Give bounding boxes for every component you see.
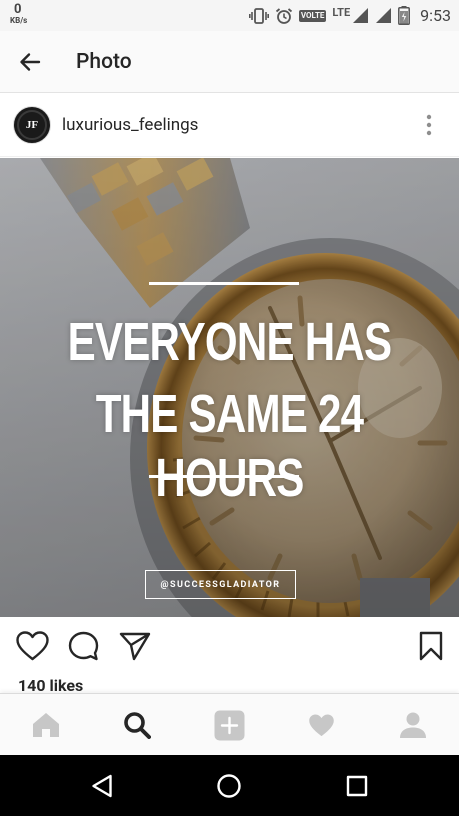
signal-icon-1 xyxy=(352,7,369,24)
back-button[interactable] xyxy=(0,31,60,93)
nav-back-button[interactable] xyxy=(72,755,132,816)
bottom-tab-bar xyxy=(0,693,459,755)
tab-home[interactable] xyxy=(16,694,76,756)
triangle-back-icon xyxy=(92,774,112,797)
heart-icon xyxy=(16,631,49,661)
bookmark-icon xyxy=(419,631,443,661)
post-image[interactable]: EVERYONE HAS THE SAME 24 HOURS @SUCCESSG… xyxy=(0,158,459,617)
system-nav-bar xyxy=(0,755,459,816)
tab-search[interactable] xyxy=(107,694,167,756)
save-button[interactable] xyxy=(419,631,443,665)
tab-activity[interactable] xyxy=(291,694,351,756)
vibrate-icon xyxy=(248,7,269,24)
app-bar: Photo xyxy=(0,31,459,93)
lte-label: LTE xyxy=(332,6,351,19)
comment-icon xyxy=(68,631,99,661)
signal-icon-2 xyxy=(375,7,392,24)
quote-line-1: EVERYONE HAS xyxy=(67,312,393,372)
avatar-monogram: JF xyxy=(25,118,39,131)
status-icons: VOLTE LTE 9:53 xyxy=(248,0,451,31)
quote-line-2: THE SAME 24 HOURS xyxy=(95,384,364,508)
top-divider xyxy=(149,282,299,285)
watermark-tag: @SUCCESSGLADIATOR xyxy=(145,570,296,599)
search-icon xyxy=(124,712,151,739)
circle-home-icon xyxy=(217,773,241,798)
profile-icon xyxy=(400,712,426,738)
send-icon xyxy=(119,632,151,661)
nav-home-button[interactable] xyxy=(199,755,259,816)
back-arrow-icon xyxy=(20,52,41,71)
volte-badge: VOLTE xyxy=(298,9,327,22)
bottom-divider xyxy=(149,475,299,478)
post-actions xyxy=(0,617,459,677)
quote-overlay: EVERYONE HAS THE SAME 24 HOURS @SUCCESSG… xyxy=(0,158,459,617)
avatar[interactable]: JF xyxy=(13,105,51,144)
tab-new-post[interactable] xyxy=(199,694,259,756)
like-button[interactable] xyxy=(16,631,49,665)
page-title: Photo xyxy=(76,49,132,74)
more-options-button[interactable] xyxy=(409,93,449,157)
alarm-icon xyxy=(275,7,293,25)
more-vertical-icon xyxy=(426,114,432,135)
speed-value: 0 xyxy=(14,2,22,17)
speed-unit: KB/s xyxy=(10,16,28,25)
status-bar: 0 KB/s VOLTE LTE 9:53 xyxy=(0,0,459,31)
post-header: JF luxurious_feelings xyxy=(0,93,459,157)
add-icon xyxy=(214,710,244,740)
comment-button[interactable] xyxy=(68,631,99,666)
square-recents-icon xyxy=(346,775,368,796)
nav-recents-button[interactable] xyxy=(327,755,387,816)
clock: 9:53 xyxy=(420,6,451,25)
tab-profile[interactable] xyxy=(383,694,443,756)
home-icon xyxy=(33,713,59,737)
battery-icon xyxy=(398,6,411,25)
share-button[interactable] xyxy=(119,631,151,665)
heart-filled-icon xyxy=(308,713,334,736)
username[interactable]: luxurious_feelings xyxy=(62,115,409,135)
screen: 0 KB/s VOLTE LTE 9:53 Photo JF luxurious… xyxy=(0,0,459,816)
network-speed: 0 KB/s xyxy=(10,3,40,25)
